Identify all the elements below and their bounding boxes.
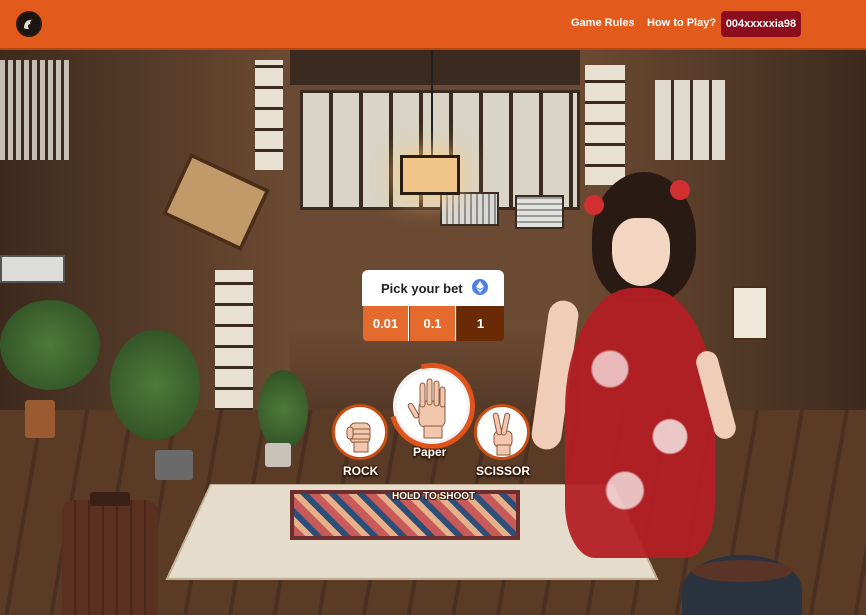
top-bar: Game Rules How to Play? 004xxxxxia98 (0, 0, 866, 50)
hanging-lantern (400, 155, 460, 195)
how-to-play-link[interactable]: How to Play? (647, 17, 716, 29)
hair-flower (670, 180, 690, 200)
lamp-cord (431, 50, 433, 155)
bet-title: Pick your bet (381, 281, 463, 296)
wall-vent (515, 195, 564, 229)
bonsai-plant (258, 370, 308, 450)
scissor-label: SCISSOR (476, 464, 531, 478)
game-rules-link[interactable]: Game Rules (571, 17, 635, 29)
bet-panel-header: Pick your bet (362, 270, 504, 306)
plant-pot (25, 400, 55, 438)
scissor-hand-icon (492, 412, 513, 456)
scissor-button[interactable] (474, 404, 530, 460)
dealer-face (612, 218, 670, 286)
barrel-lid (90, 492, 130, 506)
bet-option-0-1[interactable]: 0.1 (410, 306, 456, 341)
dealer-dress (565, 288, 715, 558)
shoji-screen (655, 80, 725, 160)
plant-pot (155, 450, 193, 480)
air-conditioner (0, 255, 65, 283)
bookshelf (0, 60, 70, 160)
wall-vent (440, 192, 499, 226)
rock-label: ROCK (343, 464, 379, 478)
bet-option-0-01[interactable]: 0.01 (363, 306, 409, 341)
rock-hand-icon (346, 422, 371, 453)
shoji-screen (255, 60, 283, 170)
wall-scroll-sign (732, 286, 768, 340)
wallet-address-button[interactable]: 004xxxxxia98 (721, 11, 801, 37)
paper-label: Paper (413, 445, 447, 459)
bet-option-1[interactable]: 1 (457, 306, 504, 341)
hair-flower (584, 195, 604, 215)
bonsai-plant (0, 300, 100, 390)
bet-panel: Pick your bet 0.01 0.1 1 (362, 270, 504, 341)
plant-pot (265, 443, 291, 467)
bonsai-plant (110, 330, 200, 440)
dragon-logo-icon[interactable] (16, 11, 42, 37)
rock-button[interactable] (332, 404, 388, 460)
ethereum-icon (472, 279, 488, 295)
shoji-screen (585, 65, 625, 185)
hold-to-shoot-prompt: HOLD TO SHOOT (392, 491, 476, 502)
wooden-barrel (62, 500, 158, 615)
jar-opening (692, 560, 792, 582)
